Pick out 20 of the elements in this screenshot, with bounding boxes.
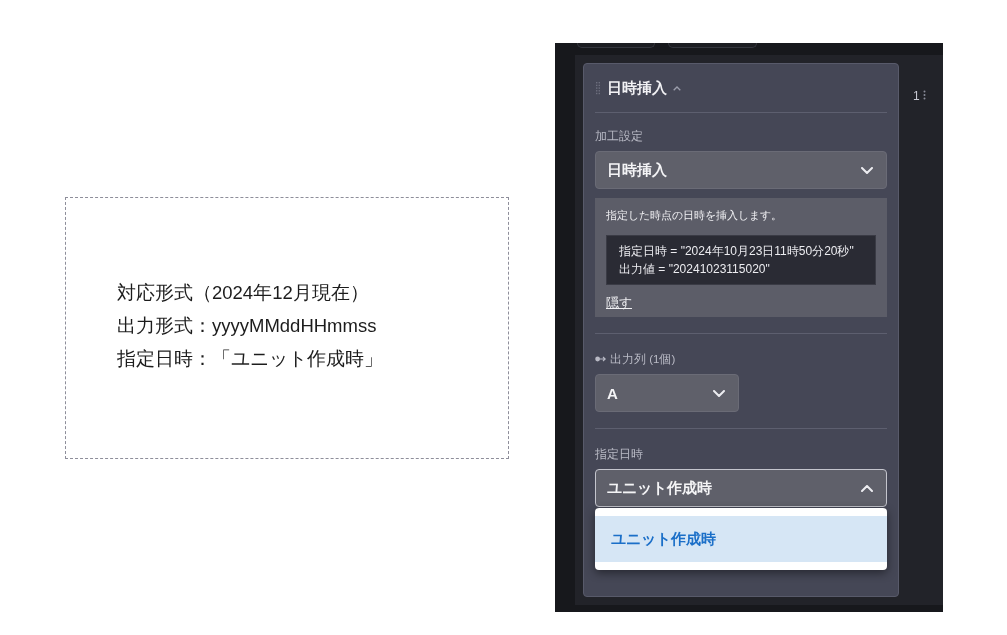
note-text: 出力形式：yyyyMMddHHmmss xyxy=(117,313,378,338)
step-number: 1 xyxy=(913,89,920,103)
dropdown-select[interactable]: 日時挿入 xyxy=(595,151,887,189)
example-line: 出力値 = "20241023115020" xyxy=(619,261,771,278)
example-line: 指定日時 = "2024年10月23日11時50分20秒" xyxy=(619,243,855,260)
dot-arrow-icon xyxy=(595,356,606,362)
hide-link[interactable]: 隠す xyxy=(606,295,632,311)
dropdown-option[interactable]: ユニット作成時 xyxy=(595,516,887,562)
note-text: 対応形式（2024年12月現在） xyxy=(117,280,370,305)
field-label: 出力列 (1個) xyxy=(610,351,676,367)
help-text: 指定した時点の日時を挿入します。 xyxy=(606,208,782,222)
step-title: 日時挿入 xyxy=(607,78,667,98)
dropdown-select[interactable]: A xyxy=(595,374,739,412)
drag-handle-icon[interactable] xyxy=(596,81,600,95)
more-menu-icon[interactable] xyxy=(922,89,926,100)
note-text: 指定日時：「ユニット作成時」 xyxy=(117,346,384,371)
field-label: 加工設定 xyxy=(595,128,643,144)
dropdown-select[interactable]: ユニット作成時 xyxy=(595,469,887,507)
caret-up-icon[interactable] xyxy=(673,85,681,91)
field-label: 指定日時 xyxy=(595,446,643,462)
